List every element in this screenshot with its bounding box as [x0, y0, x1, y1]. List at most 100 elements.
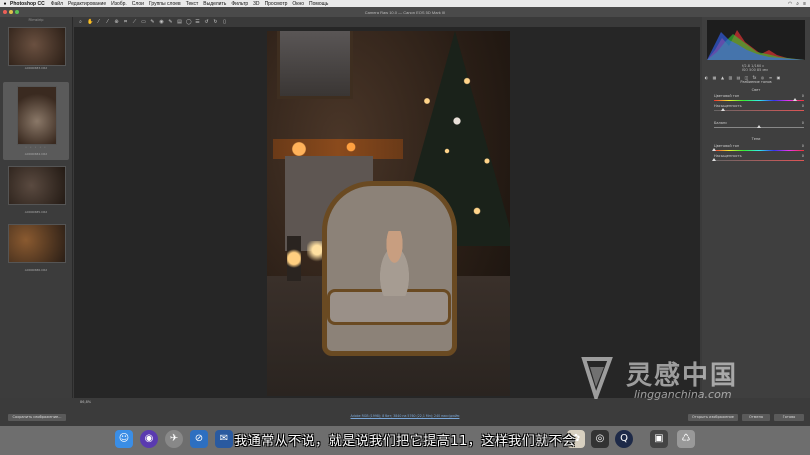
filmstrip-item[interactable]: A0000683.CR2	[3, 23, 69, 73]
slider-track[interactable]	[714, 100, 804, 101]
slider-thumb[interactable]	[757, 125, 761, 128]
rating-stars[interactable]: • • • • •	[3, 145, 69, 149]
lens-tab-icon[interactable]: ◫	[744, 75, 749, 80]
hand-tool-icon[interactable]: ✋	[87, 19, 93, 25]
window-title: Camera Raw 10.0 — Canon EOS 5D Mark III	[364, 9, 446, 15]
camera-readout-2: ISO 500 85 мм	[742, 68, 768, 72]
wifi-icon[interactable]: ◠	[788, 1, 792, 7]
watermark-brand: 灵感中国	[626, 361, 739, 391]
zoom-window-icon[interactable]	[15, 10, 19, 14]
tone-curve-tab-icon[interactable]: ▦	[712, 75, 717, 80]
slider-label: Насыщенность	[714, 154, 742, 158]
slider-value[interactable]: 0	[802, 144, 804, 148]
window-controls	[3, 10, 19, 14]
close-window-icon[interactable]	[3, 10, 7, 14]
preferences-icon[interactable]: ☰	[195, 19, 200, 25]
snapshots-tab-icon[interactable]: ▣	[776, 75, 781, 80]
photo-lantern	[287, 236, 301, 281]
slider-thumb[interactable]	[721, 108, 725, 111]
menu-item-window[interactable]: Окно	[292, 1, 304, 7]
video-subtitle: 我通常从不说，就是说我们把它提高11，这样我们就不会	[234, 434, 576, 449]
menu-item-view[interactable]: Просмотр	[265, 1, 288, 7]
cancel-button[interactable]: Отмена	[742, 414, 770, 421]
preview-photo[interactable]	[267, 31, 510, 396]
calibration-tab-icon[interactable]: ◎	[760, 75, 765, 80]
effects-tab-icon[interactable]: fx	[752, 75, 757, 80]
shadow-hue-slider[interactable]: Цветовой тон 0	[712, 144, 804, 154]
image-preview-area[interactable]: A0000684.CR2	[74, 27, 700, 401]
rotate-left-icon[interactable]: ↺	[204, 19, 209, 25]
balance-slider[interactable]: Баланс 0	[714, 121, 804, 131]
color-sampler-icon[interactable]: ⁄	[105, 19, 110, 25]
graduated-filter-icon[interactable]: ▤	[177, 19, 182, 25]
radial-filter-icon[interactable]: ◯	[186, 19, 192, 25]
menu-item-image[interactable]: Изобр.	[111, 1, 127, 7]
slider-track[interactable]	[714, 150, 804, 151]
targeted-adjustment-icon[interactable]: ⊕	[114, 19, 119, 25]
thumbnail-label: A0000686.CR2	[24, 268, 48, 272]
menu-item-select[interactable]: Выделить	[203, 1, 226, 7]
hsl-tab-icon[interactable]: ▥	[728, 75, 733, 80]
slider-track[interactable]	[714, 160, 804, 161]
menu-bar: ● Photoshop CC Файл Редактирование Изобр…	[0, 0, 810, 7]
straighten-tool-icon[interactable]: ⟋	[132, 19, 137, 25]
open-image-button[interactable]: Открыть изображение	[688, 414, 738, 421]
slider-thumb[interactable]	[712, 148, 716, 151]
filmstrip-item[interactable]: A0000686.CR2	[3, 220, 69, 275]
thumbnail-label: A0000683.CR2	[24, 66, 48, 70]
search-icon[interactable]: ⌕	[796, 1, 799, 7]
minimize-window-icon[interactable]	[9, 10, 13, 14]
crop-tool-icon[interactable]: ⌗	[123, 19, 128, 25]
adjustment-brush-icon[interactable]: ✎	[168, 19, 173, 25]
split-toning-tab-icon[interactable]: ▤	[736, 75, 741, 80]
photo-child-with-bear	[372, 231, 417, 296]
menu-item-file[interactable]: Файл	[51, 1, 63, 7]
histogram	[707, 20, 805, 60]
basic-tab-icon[interactable]: ◐	[704, 75, 709, 80]
menu-item-layer-groups[interactable]: Группы слоев	[149, 1, 181, 7]
site-watermark: 灵感中国 lingganchina.com	[574, 355, 804, 410]
shadow-saturation-slider[interactable]: Насыщенность 0	[712, 154, 804, 164]
zoom-level[interactable]: 86,8%	[80, 400, 91, 404]
detail-tab-icon[interactable]: ▲	[720, 75, 725, 80]
done-button[interactable]: Готово	[774, 414, 804, 421]
highlight-hue-slider[interactable]: Цветовой тон 0	[714, 94, 804, 104]
app-menu[interactable]: Photoshop CC	[10, 1, 45, 7]
slider-value[interactable]: 0	[802, 94, 804, 98]
presets-tab-icon[interactable]: ≡	[768, 75, 773, 80]
notification-icon[interactable]: ≡	[803, 1, 806, 7]
menu-item-edit[interactable]: Редактирование	[68, 1, 106, 7]
filmstrip-item[interactable]: A0000685.CR2	[3, 162, 69, 217]
thumbnail-label: A0000685.CR2	[24, 210, 48, 214]
trash-tool-icon[interactable]: ▯	[222, 19, 227, 25]
slider-track[interactable]	[714, 110, 804, 111]
slider-label: Насыщенность	[714, 104, 742, 108]
red-eye-icon[interactable]: ◉	[159, 19, 164, 25]
transform-tool-icon[interactable]: ▭	[141, 19, 146, 25]
slider-value[interactable]: 0	[802, 154, 804, 158]
slider-label: Баланс	[714, 121, 728, 125]
zoom-tool-icon[interactable]: ⌕	[78, 19, 83, 25]
slider-thumb[interactable]	[793, 98, 797, 101]
white-balance-tool-icon[interactable]: ⁄	[96, 19, 101, 25]
menu-item-type[interactable]: Текст	[186, 1, 199, 7]
thumbnail-image	[8, 166, 66, 205]
menu-item-help[interactable]: Помощь	[309, 1, 328, 7]
menu-extras: ◠ ⌕ ≡	[788, 0, 806, 7]
menu-item-filter[interactable]: Фильтр	[231, 1, 248, 7]
slider-value[interactable]: 0	[802, 104, 804, 108]
rotate-right-icon[interactable]: ↻	[213, 19, 218, 25]
spot-removal-icon[interactable]: ✎	[150, 19, 155, 25]
highlights-section-title: Свет	[751, 88, 761, 92]
menu-item-3d[interactable]: 3D	[253, 1, 259, 7]
menu-item-layers[interactable]: Слои	[132, 1, 144, 7]
apple-menu-icon[interactable]: ●	[0, 1, 10, 7]
panel-section-title: Разбиение тонов	[740, 80, 772, 84]
thumbnail-image	[8, 224, 66, 263]
highlight-saturation-slider[interactable]: Насыщенность 0	[714, 104, 804, 114]
slider-value[interactable]: 0	[802, 121, 804, 125]
filmstrip-item-selected[interactable]: • • • • • A0000684.CR2	[3, 82, 69, 160]
thumbnail-label: A0000684.CR2	[24, 152, 48, 156]
slider-thumb[interactable]	[712, 158, 716, 161]
watermark-url: lingganchina.com	[634, 388, 732, 401]
